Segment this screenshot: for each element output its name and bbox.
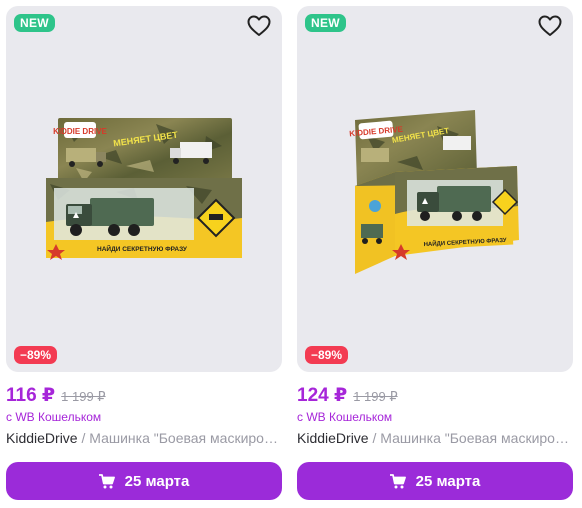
title-separator: / <box>77 430 90 446</box>
old-price: 1 199 ₽ <box>61 389 106 404</box>
discount-badge: −89% <box>305 346 349 364</box>
product-photo: KIDDIE DRIVE МЕНЯЕТ ЦВЕТ НАЙДИ СЕКРЕТНУЮ… <box>349 110 519 274</box>
delivery-date-label: 25 марта <box>124 472 190 490</box>
title-separator: / <box>368 430 381 446</box>
brand-name: KiddieDrive <box>297 430 369 446</box>
wallet-note: с WB Кошельком <box>297 410 393 424</box>
current-price: 116 ₽ <box>6 385 56 406</box>
product-name: Машинка "Боевая маскировка" <box>380 430 573 446</box>
product-card[interactable]: NEW KIDDIE DRIVE МЕНЯЕТ ЦВЕТ НАЙДИ СЕКРЕ… <box>297 6 573 502</box>
new-badge: NEW <box>305 14 346 32</box>
product-card[interactable]: NEW KIDDIE DRIVE МЕНЯЕТ ЦВЕТ НАЙДИ СЕКРЕ… <box>6 6 282 502</box>
discount-badge: −89% <box>14 346 58 364</box>
cart-icon <box>389 473 406 488</box>
add-to-cart-button[interactable]: 25 марта <box>297 462 573 500</box>
wallet-note: с WB Кошельком <box>6 410 102 424</box>
brand-name: KiddieDrive <box>6 430 78 446</box>
box-bottom-text: НАЙДИ СЕКРЕТНУЮ ФРАЗУ <box>97 244 188 253</box>
heart-outline-icon[interactable] <box>246 14 272 38</box>
product-image-area[interactable]: NEW KIDDIE DRIVE МЕНЯЕТ ЦВЕТ НАЙДИ СЕКРЕ… <box>6 6 282 372</box>
price-row: 116 ₽ 1 199 ₽ <box>6 384 282 410</box>
cart-icon <box>98 473 115 488</box>
old-price: 1 199 ₽ <box>353 389 398 404</box>
current-price: 124 ₽ <box>297 385 348 406</box>
product-image-area[interactable]: NEW KIDDIE DRIVE МЕНЯЕТ ЦВЕТ НАЙДИ СЕКРЕ… <box>297 6 573 372</box>
price-row: 124 ₽ 1 199 ₽ <box>297 384 573 410</box>
heart-outline-icon[interactable] <box>537 14 563 38</box>
product-photo: KIDDIE DRIVE МЕНЯЕТ ЦВЕТ НАЙДИ СЕКРЕТНУЮ… <box>46 118 242 260</box>
product-name: Машинка "Боевая маскировка" <box>89 430 282 446</box>
box-logo-text: KIDDIE DRIVE <box>53 127 107 136</box>
new-badge: NEW <box>14 14 55 32</box>
add-to-cart-button[interactable]: 25 марта <box>6 462 282 500</box>
product-title[interactable]: KiddieDrive / Машинка "Боевая маскировка… <box>297 430 573 446</box>
product-title[interactable]: KiddieDrive / Машинка "Боевая маскировка… <box>6 430 282 446</box>
delivery-date-label: 25 марта <box>415 472 481 490</box>
